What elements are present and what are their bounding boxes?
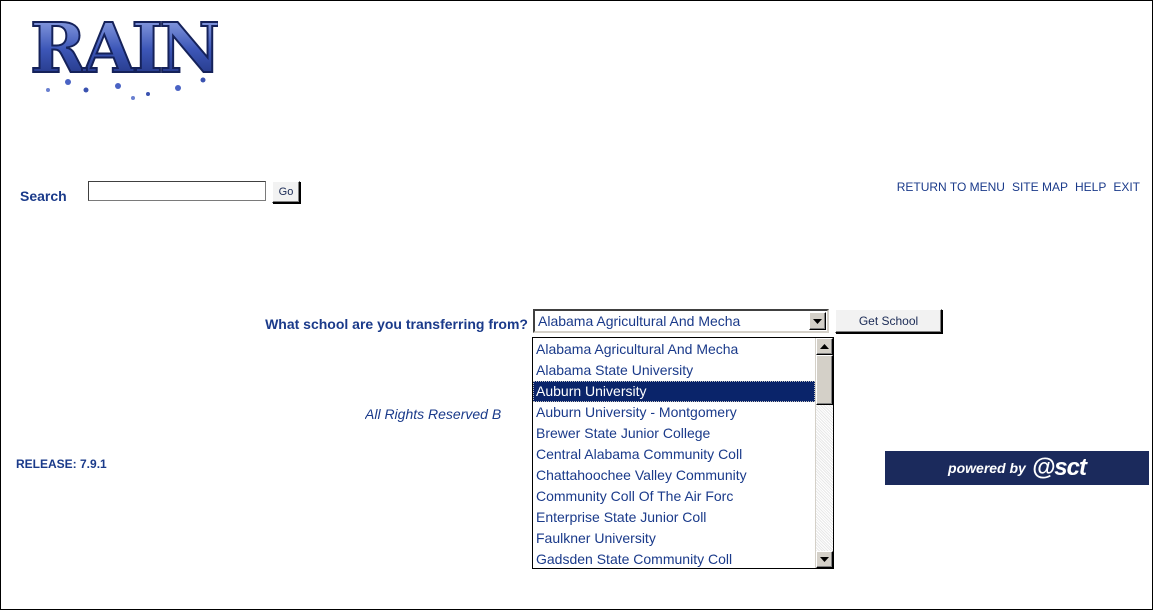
get-school-button[interactable]: Get School <box>835 309 942 333</box>
school-option[interactable]: Central Alabama Community Coll <box>533 444 815 465</box>
rights-text: All Rights Reserved B <box>365 406 502 422</box>
help-link[interactable]: HELP <box>1075 180 1106 194</box>
school-option[interactable]: Auburn University <box>533 381 815 402</box>
return-to-menu-link[interactable]: RETURN TO MENU <box>897 180 1005 194</box>
transfer-question: What school are you transferring from? <box>265 316 528 332</box>
school-option[interactable]: Chattahoochee Valley Community <box>533 465 815 486</box>
search-input[interactable] <box>88 181 266 201</box>
powered-by-text: powered by <box>948 460 1026 476</box>
go-button[interactable]: Go <box>272 181 300 203</box>
scroll-down-button[interactable] <box>816 551 833 568</box>
chevron-up-icon <box>820 344 829 349</box>
school-options: Alabama Agricultural And Mecha Alabama St… <box>533 338 815 568</box>
rain-logo: RAIN <box>29 10 218 100</box>
school-select-value: Alabama Agricultural And Mecha <box>538 313 741 329</box>
powered-by-sct-logo: powered by @sct <box>885 451 1149 485</box>
site-map-link[interactable]: SITE MAP <box>1012 180 1068 194</box>
search-label: Search <box>20 188 67 204</box>
svg-text:RAIN: RAIN <box>30 10 218 89</box>
select-dropdown-button[interactable] <box>809 312 826 330</box>
top-nav: RETURN TO MENU SITE MAP HELP EXIT <box>897 180 1140 194</box>
school-option[interactable]: Brewer State Junior College <box>533 423 815 444</box>
school-option[interactable]: Alabama State University <box>533 360 815 381</box>
scroll-thumb[interactable] <box>816 355 833 405</box>
school-option[interactable]: Faulkner University <box>533 528 815 549</box>
chevron-down-icon <box>813 318 822 324</box>
exit-link[interactable]: EXIT <box>1113 180 1140 194</box>
dropdown-scrollbar[interactable] <box>815 338 833 568</box>
school-option[interactable]: Auburn University - Montgomery <box>533 402 815 423</box>
school-option[interactable]: Community Coll Of The Air Forc <box>533 486 815 507</box>
school-option[interactable]: Alabama Agricultural And Mecha <box>533 339 815 360</box>
release-label: RELEASE: 7.9.1 <box>16 457 107 471</box>
scroll-up-button[interactable] <box>816 338 833 355</box>
school-option[interactable]: Gadsden State Community Coll <box>533 549 815 570</box>
school-select[interactable]: Alabama Agricultural And Mecha <box>533 309 829 333</box>
sct-brand: @sct <box>1031 454 1087 481</box>
school-dropdown-list[interactable]: Alabama Agricultural And Mecha Alabama St… <box>532 337 834 569</box>
school-option[interactable]: Enterprise State Junior Coll <box>533 507 815 528</box>
chevron-down-icon <box>820 557 829 562</box>
